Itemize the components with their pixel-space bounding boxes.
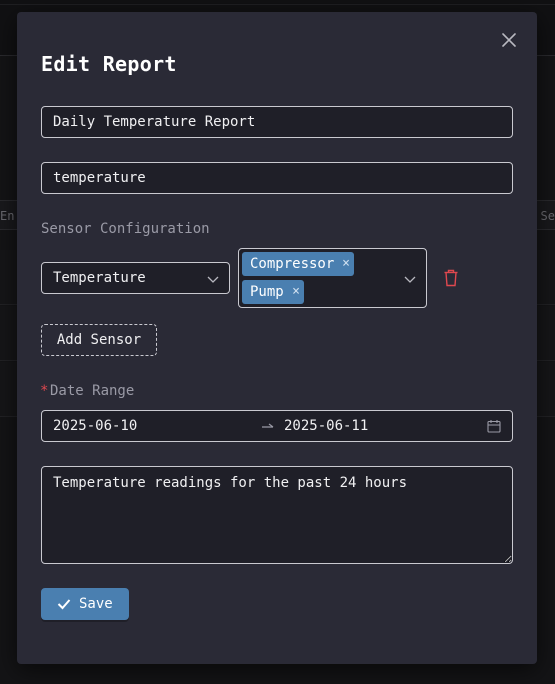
chevron-down-icon <box>404 276 416 283</box>
edit-report-modal: Edit Report Sensor Configuration Tempera… <box>17 12 537 664</box>
chevron-down-icon <box>207 276 219 283</box>
close-icon[interactable] <box>501 32 517 48</box>
sensor-configuration-label: Sensor Configuration <box>41 221 210 237</box>
background-header-right: Se <box>540 209 555 223</box>
save-button-label: Save <box>79 596 113 612</box>
save-button[interactable]: Save <box>41 588 129 620</box>
remove-tag-icon[interactable]: × <box>340 252 352 276</box>
calendar-icon <box>487 420 501 433</box>
modal-title: Edit Report <box>41 52 177 76</box>
sensor-type-value: Temperature <box>53 270 146 286</box>
check-icon <box>57 599 71 610</box>
delete-sensor-icon[interactable] <box>443 269 459 287</box>
device-tag-label: Compressor <box>250 256 335 272</box>
sensor-devices-multiselect[interactable]: Compressor × Pump × <box>238 248 427 308</box>
required-marker: * <box>40 383 49 399</box>
add-sensor-button[interactable]: Add Sensor <box>41 324 157 356</box>
arrow-right-icon <box>262 423 274 428</box>
report-type-input[interactable] <box>41 162 513 194</box>
date-range-end[interactable]: 2025-06-11 <box>284 411 368 441</box>
remove-tag-icon[interactable]: × <box>290 280 302 304</box>
device-tag-label: Pump <box>250 284 284 300</box>
date-range-label: Date Range <box>50 383 135 399</box>
date-range-start[interactable]: 2025-06-10 <box>53 411 137 441</box>
description-textarea[interactable]: Temperature readings for the past 24 hou… <box>41 466 513 564</box>
sensor-type-select[interactable]: Temperature <box>41 262 230 294</box>
date-range-picker[interactable]: 2025-06-10 2025-06-11 <box>41 410 513 442</box>
device-tag: Pump × <box>242 280 304 304</box>
report-name-input[interactable] <box>41 106 513 138</box>
device-tag: Compressor × <box>242 252 354 276</box>
background-header-left: En <box>0 209 15 223</box>
